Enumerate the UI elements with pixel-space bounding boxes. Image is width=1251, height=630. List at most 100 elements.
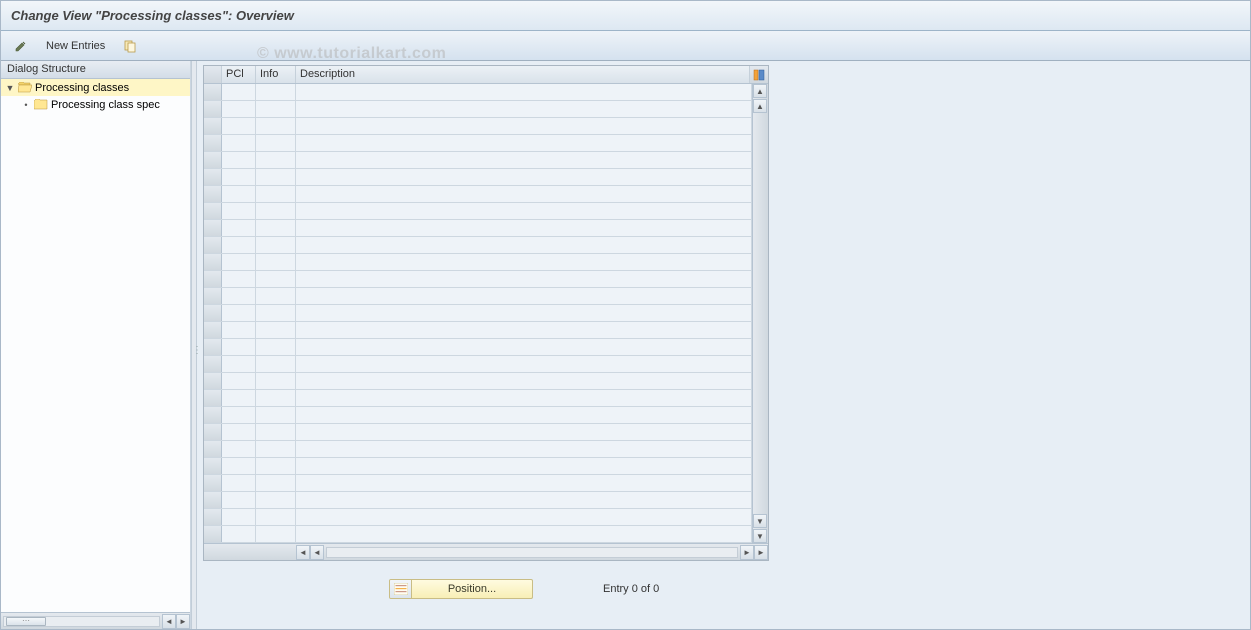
table-row[interactable] <box>204 135 752 152</box>
table-cell[interactable] <box>296 101 752 117</box>
table-cell[interactable] <box>222 492 256 508</box>
table-cell[interactable] <box>204 322 222 338</box>
table-cell[interactable] <box>296 305 752 321</box>
scroll-left-icon[interactable]: ◄ <box>296 545 310 560</box>
table-cell[interactable] <box>296 339 752 355</box>
table-row[interactable] <box>204 305 752 322</box>
table-row[interactable] <box>204 390 752 407</box>
table-cell[interactable] <box>222 339 256 355</box>
scroll-right-icon[interactable]: ► <box>176 614 190 629</box>
table-cell[interactable] <box>204 237 222 253</box>
table-cell[interactable] <box>222 203 256 219</box>
tree-node-processing-classes[interactable]: ▼ Processing classes <box>1 79 190 96</box>
table-cell[interactable] <box>296 186 752 202</box>
table-cell[interactable] <box>222 475 256 491</box>
table-row[interactable] <box>204 424 752 441</box>
table-row[interactable] <box>204 237 752 254</box>
table-row[interactable] <box>204 271 752 288</box>
table-cell[interactable] <box>222 254 256 270</box>
table-cell[interactable] <box>204 135 222 151</box>
table-cell[interactable] <box>296 135 752 151</box>
table-cell[interactable] <box>296 152 752 168</box>
table-cell[interactable] <box>204 152 222 168</box>
table-row[interactable] <box>204 356 752 373</box>
select-all-column-header[interactable] <box>204 66 222 83</box>
table-cell[interactable] <box>256 271 296 287</box>
copy-as-icon[interactable] <box>118 36 142 56</box>
table-cell[interactable] <box>296 220 752 236</box>
table-cell[interactable] <box>204 220 222 236</box>
table-cell[interactable] <box>222 186 256 202</box>
table-cell[interactable] <box>204 101 222 117</box>
table-cell[interactable] <box>222 322 256 338</box>
table-cell[interactable] <box>222 458 256 474</box>
table-cell[interactable] <box>256 118 296 134</box>
table-cell[interactable] <box>296 322 752 338</box>
table-cell[interactable] <box>256 458 296 474</box>
table-cell[interactable] <box>222 526 256 542</box>
table-cell[interactable] <box>256 356 296 372</box>
table-cell[interactable] <box>296 390 752 406</box>
table-cell[interactable] <box>222 373 256 389</box>
table-cell[interactable] <box>296 492 752 508</box>
table-row[interactable] <box>204 203 752 220</box>
table-vertical-scrollbar[interactable]: ▲ ▲ ▼ ▼ <box>752 84 768 543</box>
table-cell[interactable] <box>222 271 256 287</box>
table-cell[interactable] <box>256 339 296 355</box>
table-cell[interactable] <box>204 186 222 202</box>
table-cell[interactable] <box>222 509 256 525</box>
column-header-description[interactable]: Description <box>296 66 750 83</box>
tree-node-processing-class-spec[interactable]: • Processing class spec <box>1 96 190 113</box>
table-cell[interactable] <box>204 288 222 304</box>
table-cell[interactable] <box>222 237 256 253</box>
table-cell[interactable] <box>296 424 752 440</box>
sidebar-horizontal-scrollbar[interactable]: ◄ ► <box>1 612 190 629</box>
scrollbar-track[interactable] <box>3 616 160 627</box>
table-cell[interactable] <box>204 339 222 355</box>
tree-expand-icon[interactable]: ▼ <box>5 83 15 93</box>
table-cell[interactable] <box>296 373 752 389</box>
table-cell[interactable] <box>256 288 296 304</box>
table-row[interactable] <box>204 220 752 237</box>
table-row[interactable] <box>204 458 752 475</box>
table-cell[interactable] <box>256 475 296 491</box>
table-row[interactable] <box>204 407 752 424</box>
table-cell[interactable] <box>204 509 222 525</box>
table-cell[interactable] <box>222 390 256 406</box>
table-cell[interactable] <box>256 186 296 202</box>
table-row[interactable] <box>204 288 752 305</box>
table-cell[interactable] <box>256 407 296 423</box>
table-cell[interactable] <box>204 271 222 287</box>
table-horizontal-scrollbar[interactable]: ◄ ◄ ► ► <box>204 543 768 560</box>
scrollbar-track[interactable] <box>326 547 738 558</box>
toggle-display-change-icon[interactable] <box>9 36 33 56</box>
new-entries-button[interactable]: New Entries <box>39 37 112 55</box>
column-header-info[interactable]: Info <box>256 66 296 83</box>
table-row[interactable] <box>204 186 752 203</box>
table-cell[interactable] <box>256 101 296 117</box>
position-button[interactable]: Position... <box>389 579 533 599</box>
table-cell[interactable] <box>222 356 256 372</box>
table-row[interactable] <box>204 492 752 509</box>
table-cell[interactable] <box>204 526 222 542</box>
table-cell[interactable] <box>256 254 296 270</box>
table-cell[interactable] <box>296 237 752 253</box>
table-cell[interactable] <box>222 152 256 168</box>
table-cell[interactable] <box>296 441 752 457</box>
table-cell[interactable] <box>256 492 296 508</box>
table-cell[interactable] <box>296 288 752 304</box>
splitter-handle[interactable] <box>191 61 197 629</box>
table-cell[interactable] <box>256 84 296 100</box>
scroll-right-icon[interactable]: ► <box>740 545 754 560</box>
table-cell[interactable] <box>204 407 222 423</box>
table-cell[interactable] <box>296 458 752 474</box>
table-cell[interactable] <box>296 356 752 372</box>
scroll-right-icon[interactable]: ► <box>754 545 768 560</box>
table-cell[interactable] <box>204 458 222 474</box>
table-row[interactable] <box>204 101 752 118</box>
table-cell[interactable] <box>222 288 256 304</box>
table-cell[interactable] <box>296 118 752 134</box>
table-cell[interactable] <box>222 101 256 117</box>
table-cell[interactable] <box>296 526 752 542</box>
table-row[interactable] <box>204 254 752 271</box>
